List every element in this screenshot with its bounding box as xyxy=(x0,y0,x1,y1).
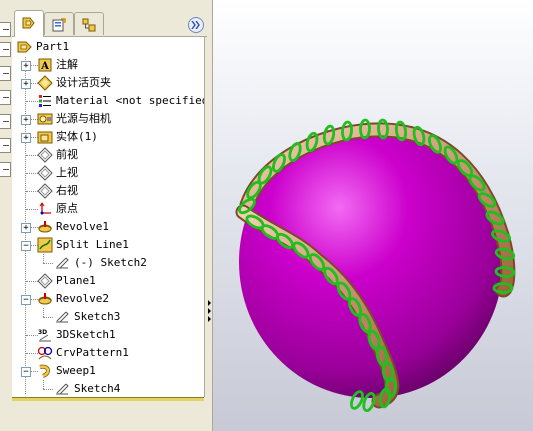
lights-cameras-icon xyxy=(37,113,53,125)
toolbar-dropdown[interactable] xyxy=(0,114,11,129)
tree-item-label: Revolve2 xyxy=(56,292,109,305)
plane-icon xyxy=(37,273,53,289)
tab-feature-manager[interactable] xyxy=(14,10,44,37)
graphics-viewport[interactable] xyxy=(207,0,533,431)
sweep-icon xyxy=(39,364,50,378)
tree-item[interactable]: Plane1 xyxy=(12,272,204,290)
tree-item-label: 设计活页夹 xyxy=(56,76,111,89)
tree-item-label: (-) Sketch2 xyxy=(74,256,147,269)
panel-bottom-area xyxy=(12,401,204,431)
toolbar-dropdown[interactable] xyxy=(0,162,11,177)
3d-sketch-icon: 3D xyxy=(38,329,51,342)
tree-item[interactable]: + 实体(1) xyxy=(12,128,204,146)
tab-property-manager[interactable] xyxy=(44,12,74,35)
curve-pattern-icon xyxy=(37,346,53,360)
feature-manager-panel: Part1 + A 注解 + 设计活页夹 Material <not specified>… xyxy=(12,0,207,431)
tree-item[interactable]: 3D 3DSketch1 xyxy=(12,326,204,344)
tree-item[interactable]: 前视 xyxy=(12,146,204,164)
property-manager-icon xyxy=(52,18,66,32)
tree-item[interactable]: (-) Sketch2 xyxy=(12,254,204,272)
tree-root-part[interactable]: Part1 xyxy=(12,38,184,56)
svg-text:A: A xyxy=(40,61,49,72)
expand-toggle[interactable]: + xyxy=(21,133,31,143)
tree-item[interactable]: + 光源与相机 xyxy=(12,110,204,128)
revolve-icon xyxy=(38,293,52,305)
tree-item[interactable]: Sketch4 xyxy=(12,380,204,397)
tree-item-label: Sketch3 xyxy=(74,310,121,323)
tree-item[interactable]: 原点 xyxy=(12,200,204,218)
toolbar-dropdown[interactable] xyxy=(0,138,11,153)
toolbar-dropdown[interactable] xyxy=(0,66,11,81)
plane-icon xyxy=(37,183,53,199)
tree-root-label: Part1 xyxy=(36,40,70,53)
expand-panel-button[interactable] xyxy=(188,17,204,33)
tree-item[interactable]: − Sweep1 xyxy=(12,362,204,380)
configuration-manager-icon xyxy=(82,18,96,32)
tab-configuration-manager[interactable] xyxy=(74,12,104,35)
part-icon xyxy=(17,41,32,53)
tree-item-label: Revolve1 xyxy=(56,220,109,233)
tree-connector xyxy=(43,317,53,318)
tree-item-label: 原点 xyxy=(56,202,78,215)
tree-item-label: Sweep1 xyxy=(56,364,96,377)
tree-item[interactable]: + A 注解 xyxy=(12,56,204,74)
tree-connector xyxy=(43,308,45,317)
double-chevron-right-icon xyxy=(191,21,200,29)
collapse-toggle[interactable]: − xyxy=(21,367,31,377)
sketch-icon xyxy=(56,311,69,323)
tree-item[interactable]: 右视 xyxy=(12,182,204,200)
design-binder-icon xyxy=(37,75,53,91)
toolbar-dropdown[interactable] xyxy=(0,90,11,105)
tree-connector xyxy=(43,380,45,389)
tree-item[interactable]: − Split Line1 xyxy=(12,236,204,254)
tree-item[interactable]: + Revolve1 xyxy=(12,218,204,236)
tree-item[interactable]: Material <not specified> xyxy=(12,92,204,110)
tree-item-label: 前视 xyxy=(56,148,78,161)
tree-connector xyxy=(43,389,53,390)
svg-text:3D: 3D xyxy=(38,329,47,336)
tree-item[interactable]: − Revolve2 xyxy=(12,290,204,308)
tree-item[interactable]: 上视 xyxy=(12,164,204,182)
tree-item[interactable]: CrvPattern1 xyxy=(12,344,204,362)
material-icon xyxy=(39,95,51,107)
expand-toggle[interactable]: + xyxy=(21,61,31,71)
toolbar-dropdown[interactable] xyxy=(0,42,11,57)
toolbar-dropdown[interactable] xyxy=(0,22,11,37)
tree-item-label: 上视 xyxy=(56,166,78,179)
revolve-icon xyxy=(38,221,52,233)
expand-toggle[interactable]: + xyxy=(21,79,31,89)
tree-item-label: CrvPattern1 xyxy=(56,346,129,359)
tree-item-label: 3DSketch1 xyxy=(56,328,116,341)
collapse-toggle[interactable]: − xyxy=(21,241,31,251)
split-line-icon xyxy=(37,237,53,253)
annotations-icon: A xyxy=(38,58,52,72)
tree-item-label: 注解 xyxy=(56,58,78,71)
tree-item-label: 光源与相机 xyxy=(56,112,111,125)
plane-icon xyxy=(37,147,53,163)
solid-bodies-icon xyxy=(37,131,53,144)
expand-toggle[interactable]: + xyxy=(21,115,31,125)
tree-item-label: 右视 xyxy=(56,184,78,197)
feature-manager-icon xyxy=(22,17,35,29)
sketch-icon xyxy=(56,257,69,269)
expand-toggle[interactable]: + xyxy=(21,223,31,233)
tree-item[interactable]: + 设计活页夹 xyxy=(12,74,204,92)
tree-item-label: Split Line1 xyxy=(56,238,129,251)
plane-icon xyxy=(37,165,53,181)
tree-item-label: Material <not specified> xyxy=(56,94,205,107)
tree-item-label: Plane1 xyxy=(56,274,96,287)
collapse-toggle[interactable]: − xyxy=(21,295,31,305)
tree-connector xyxy=(43,263,53,264)
tree-connector xyxy=(43,254,45,263)
feature-tree: Part1 + A 注解 + 设计活页夹 Material <not specified>… xyxy=(12,37,205,397)
tree-item[interactable]: Sketch3 xyxy=(12,308,204,326)
panel-tab-bar xyxy=(12,0,207,37)
origin-icon xyxy=(39,202,51,215)
sketch-icon xyxy=(56,383,69,395)
tree-item-label: 实体(1) xyxy=(56,130,98,143)
model-render xyxy=(235,118,516,412)
tree-item-label: Sketch4 xyxy=(74,382,121,395)
